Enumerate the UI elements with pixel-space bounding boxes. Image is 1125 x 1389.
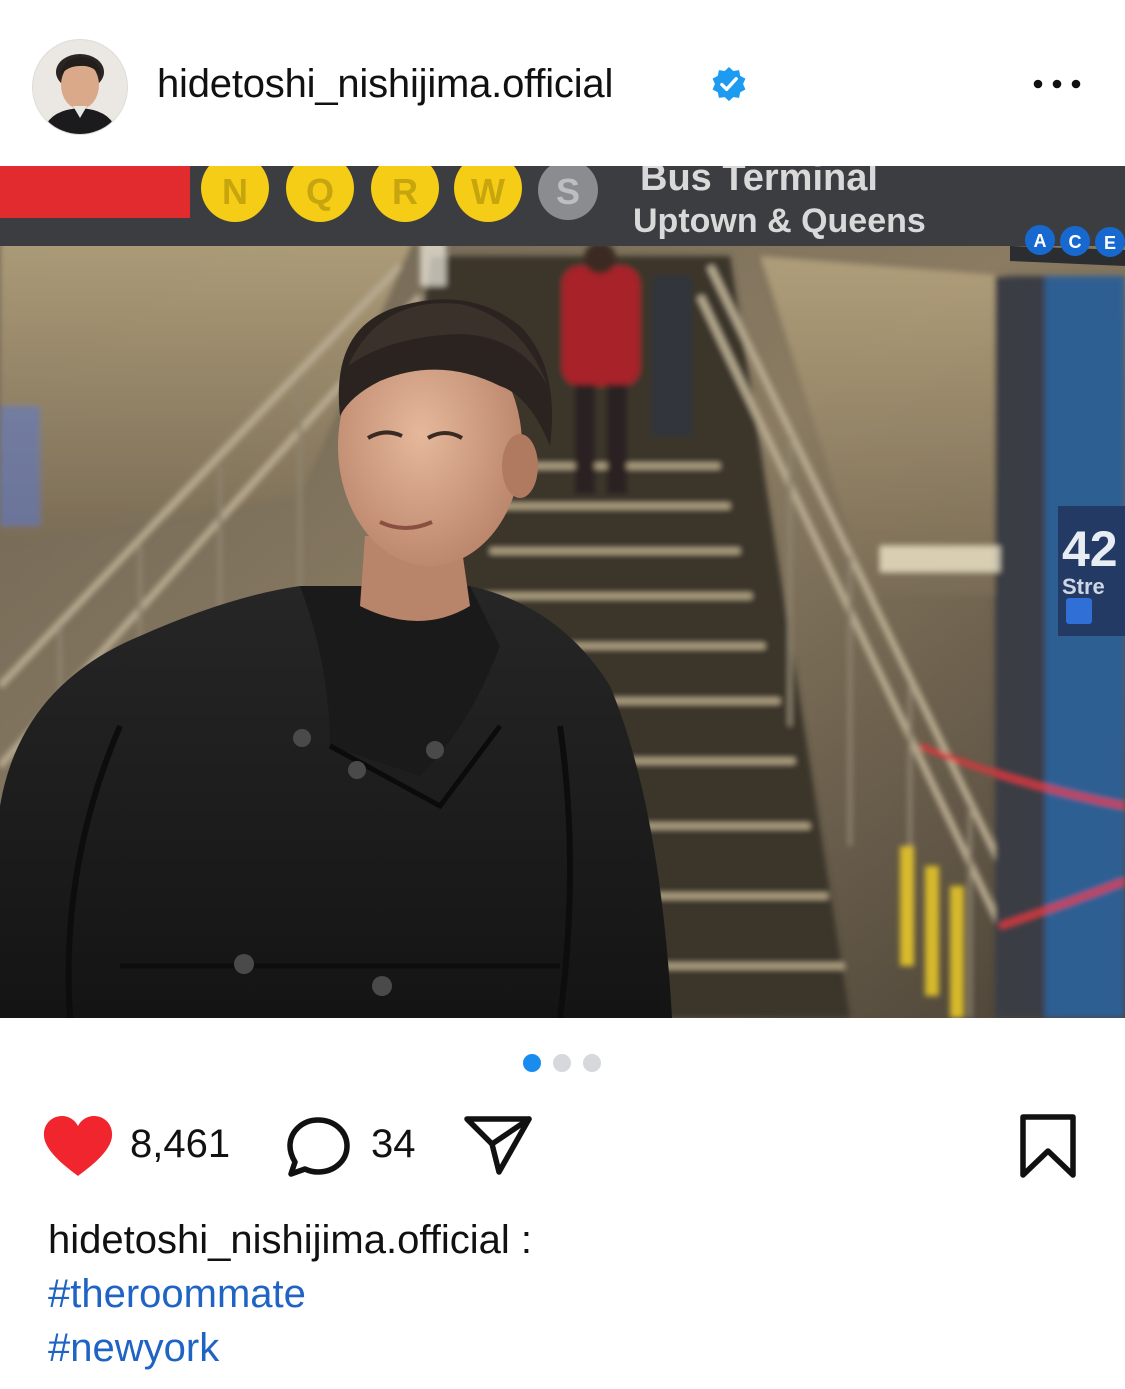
line-bullet-s: S: [556, 171, 580, 212]
avatar-portrait: [33, 40, 127, 134]
comment-count[interactable]: 34: [371, 1122, 416, 1167]
bookmark-icon[interactable]: [1018, 1113, 1078, 1179]
line-bullet-n: N: [222, 171, 248, 212]
hashtag-newyork[interactable]: #newyork: [48, 1326, 219, 1371]
caption-username[interactable]: hidetoshi_nishijima.official :: [48, 1218, 532, 1263]
carousel-dot-1[interactable]: [523, 1054, 541, 1072]
more-horizontal-icon[interactable]: [1030, 72, 1084, 96]
like-count[interactable]: 8,461: [130, 1122, 230, 1167]
subway-photo: N Q R W S Bus Terminal Uptown & Queens A…: [0, 166, 1125, 1018]
line-bullet-a: A: [1034, 231, 1047, 251]
accessible-sign-icon: [1066, 598, 1092, 624]
profile-avatar[interactable]: [33, 40, 127, 134]
verified-badge-icon: [712, 66, 746, 102]
line-bullet-w: W: [471, 171, 505, 212]
carousel-indicator: [0, 1054, 1125, 1074]
paper-plane-icon[interactable]: [463, 1114, 533, 1176]
carousel-dot-2[interactable]: [553, 1054, 571, 1072]
header-username[interactable]: hidetoshi_nishijima.official: [157, 62, 613, 107]
heart-filled-icon[interactable]: [41, 1114, 115, 1178]
hashtag-theroommate[interactable]: #theroommate: [48, 1272, 306, 1317]
post-photo[interactable]: N Q R W S Bus Terminal Uptown & Queens A…: [0, 166, 1125, 1018]
sign-platform-text: Bus Terminal: [640, 166, 878, 199]
street-word-text: Stre: [1062, 574, 1105, 599]
sign-direction-text: Uptown & Queens: [633, 202, 926, 240]
line-bullet-c: C: [1069, 232, 1082, 252]
sign-red-panel: [0, 166, 190, 218]
line-bullet-r: R: [392, 171, 418, 212]
line-bullet-e: E: [1104, 233, 1116, 253]
street-number-text: 42: [1062, 521, 1118, 577]
caption-separator: :: [509, 1218, 532, 1262]
line-bullet-q: Q: [306, 171, 334, 212]
caption-username-text[interactable]: hidetoshi_nishijima.official: [48, 1218, 510, 1262]
post-header: hidetoshi_nishijima.official: [0, 0, 1125, 166]
carousel-dot-3[interactable]: [583, 1054, 601, 1072]
speech-bubble-icon[interactable]: [286, 1116, 352, 1178]
